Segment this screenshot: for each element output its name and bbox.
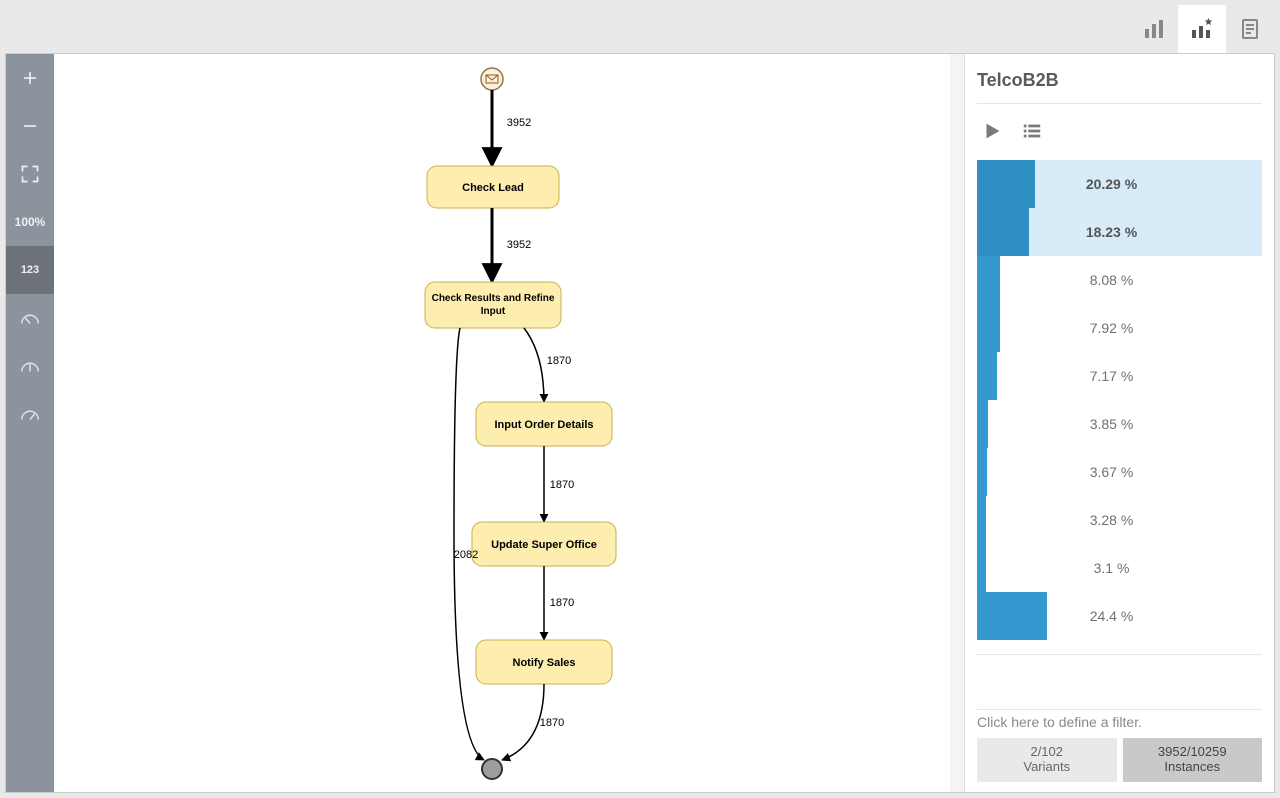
zoom-out-button[interactable]: [6, 102, 54, 150]
edge-n5-end: [502, 684, 544, 760]
variant-pct: 3.28 %: [977, 512, 1246, 528]
gauge-button-3[interactable]: [6, 390, 54, 438]
summary-variants[interactable]: 2/102 Variants: [977, 738, 1117, 782]
edge-label: 1870: [550, 597, 574, 609]
fit-screen-button[interactable]: [6, 150, 54, 198]
gauge-button-1[interactable]: [6, 294, 54, 342]
scroll-thumb[interactable]: [952, 56, 962, 176]
divider: [977, 103, 1262, 104]
summary-variants-value: 2/102: [981, 744, 1113, 759]
summary-instances-value: 3952/10259: [1127, 744, 1259, 759]
tab-bars-icon[interactable]: [1130, 5, 1178, 53]
vertical-scrollbar[interactable]: [950, 54, 964, 792]
summary-variants-label: Variants: [981, 759, 1113, 774]
main-area: 100% 123: [5, 53, 1275, 793]
summary-instances-label: Instances: [1127, 759, 1259, 774]
node-label: Notify Sales: [513, 657, 576, 669]
node-label: Check Lead: [462, 182, 524, 194]
define-filter-link[interactable]: Click here to define a filter.: [977, 709, 1262, 738]
variant-pct: 7.92 %: [977, 320, 1246, 336]
list-button[interactable]: [1021, 120, 1043, 142]
edge-label: 2082: [454, 549, 478, 561]
edge-label: 1870: [547, 355, 571, 367]
variant-pct: 7.17 %: [977, 368, 1246, 384]
variant-pct: 8.08 %: [977, 272, 1246, 288]
panel-title: TelcoB2B: [977, 70, 1262, 91]
node-label-l1: Check Results and Refine: [432, 293, 555, 304]
variant-row[interactable]: 3.67 %: [977, 448, 1262, 496]
tab-document-icon[interactable]: [1226, 5, 1274, 53]
process-diagram: 3952 Check Lead 3952 Check Results and R…: [54, 54, 954, 792]
tab-bars-star-icon[interactable]: [1178, 5, 1226, 53]
variant-row[interactable]: 3.28 %: [977, 496, 1262, 544]
edge-label: 1870: [550, 479, 574, 491]
edge-label: 3952: [507, 239, 531, 251]
variant-row[interactable]: 7.17 %: [977, 352, 1262, 400]
summary-instances[interactable]: 3952/10259 Instances: [1123, 738, 1263, 782]
variants-list: 20.29 % 18.23 % 8.08 % 7.92 % 7.17 % 3.85 % 3.…: [977, 160, 1262, 640]
numbers-toggle-button[interactable]: 123: [6, 246, 54, 294]
variant-row[interactable]: 3.1 %: [977, 544, 1262, 592]
node-label-l2: Input: [481, 306, 506, 317]
start-event: [481, 68, 503, 90]
edge-label: 3952: [507, 117, 531, 129]
summary-bar: 2/102 Variants 3952/10259 Instances: [977, 738, 1262, 782]
variant-pct: 3.85 %: [977, 416, 1246, 432]
divider: [977, 654, 1262, 655]
play-button[interactable]: [981, 120, 1003, 142]
variant-pct: 3.1 %: [977, 560, 1246, 576]
variant-row[interactable]: 8.08 %: [977, 256, 1262, 304]
variant-pct: 3.67 %: [977, 464, 1246, 480]
node-check-results[interactable]: [425, 282, 561, 328]
variant-row[interactable]: 24.4 %: [977, 592, 1262, 640]
variants-panel: TelcoB2B 20.29 % 18.23 % 8.08 % 7.92 % 7.17 …: [964, 54, 1274, 792]
variant-row[interactable]: 18.23 %: [977, 208, 1262, 256]
variant-row[interactable]: 3.85 %: [977, 400, 1262, 448]
gauge-button-2[interactable]: [6, 342, 54, 390]
node-label: Update Super Office: [491, 539, 597, 551]
node-label: Input Order Details: [494, 419, 593, 431]
top-tabs: [1130, 5, 1274, 53]
variant-pct: 18.23 %: [977, 224, 1246, 240]
zoom-level-label[interactable]: 100%: [6, 198, 54, 246]
diagram-canvas[interactable]: 3952 Check Lead 3952 Check Results and R…: [54, 54, 964, 792]
variant-pct: 20.29 %: [977, 176, 1246, 192]
end-event: [482, 759, 502, 779]
zoom-in-button[interactable]: [6, 54, 54, 102]
edge-label: 1870: [540, 717, 564, 729]
variant-row[interactable]: 7.92 %: [977, 304, 1262, 352]
variant-pct: 24.4 %: [977, 608, 1246, 624]
variant-row[interactable]: 20.29 %: [977, 160, 1262, 208]
left-toolbar: 100% 123: [6, 54, 54, 792]
edge-n2-n3: [524, 328, 544, 402]
panel-actions: [977, 120, 1262, 142]
app-root: 100% 123: [0, 0, 1280, 798]
